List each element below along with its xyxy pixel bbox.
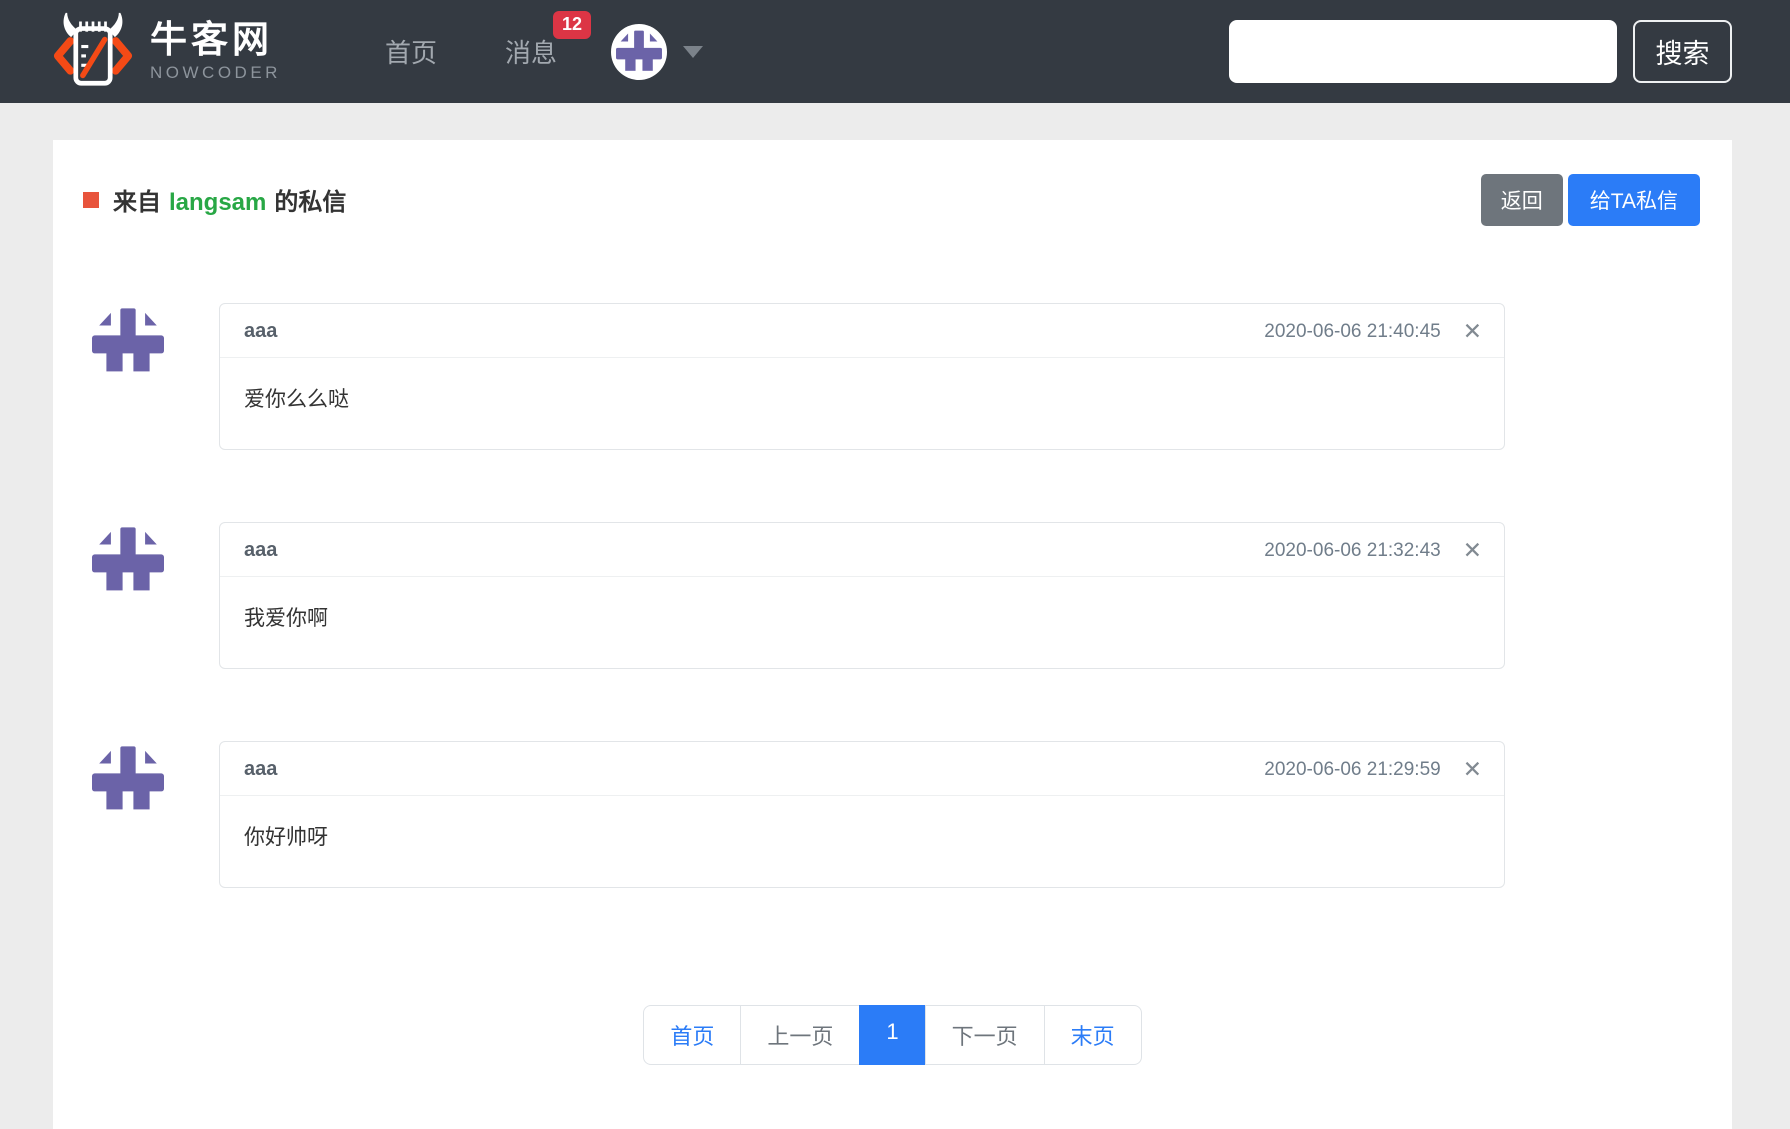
nowcoder-logo[interactable]: 牛客网 NOWCODER bbox=[50, 12, 281, 92]
message-timestamp: 2020-06-06 21:40:45 bbox=[1264, 320, 1441, 342]
message-sender: aaa bbox=[244, 758, 278, 780]
sender-username-link[interactable]: langsam bbox=[169, 189, 266, 216]
message-content: 爱你么么哒 bbox=[244, 388, 349, 411]
pagination-first[interactable]: 首页 bbox=[643, 1005, 742, 1065]
nav-messages-link[interactable]: 消息 12 bbox=[505, 11, 591, 70]
page-title: 来自 langsam 的私信 bbox=[113, 189, 347, 216]
nav-home-link[interactable]: 首页 bbox=[385, 33, 437, 70]
back-button[interactable]: 返回 bbox=[1480, 173, 1563, 226]
pagination-last[interactable]: 末页 bbox=[1043, 1005, 1142, 1065]
close-icon[interactable]: ✕ bbox=[1463, 758, 1482, 781]
message-row: aaa 2020-06-06 21:29:59 ✕ 你好帅呀 bbox=[83, 741, 1732, 888]
pagination-prev[interactable]: 上一页 bbox=[740, 1005, 861, 1065]
unread-count-badge: 12 bbox=[552, 11, 591, 39]
message-content: 你好帅呀 bbox=[244, 826, 328, 849]
sender-avatar[interactable] bbox=[83, 739, 173, 824]
message-row: aaa 2020-06-06 21:40:45 ✕ 爱你么么哒 bbox=[83, 303, 1732, 450]
search-button[interactable]: 搜索 bbox=[1633, 20, 1732, 83]
nowcoder-bull-notepad-icon bbox=[53, 12, 133, 86]
message-card: aaa 2020-06-06 21:29:59 ✕ 你好帅呀 bbox=[219, 741, 1505, 888]
brand-subtitle: NOWCODER bbox=[150, 62, 281, 82]
pagination-next[interactable]: 下一页 bbox=[924, 1005, 1045, 1065]
message-timestamp: 2020-06-06 21:29:59 bbox=[1264, 758, 1441, 780]
message-sender: aaa bbox=[244, 320, 278, 342]
send-private-message-button[interactable]: 给TA私信 bbox=[1567, 173, 1700, 226]
brand-name: 牛客网 bbox=[150, 19, 273, 61]
close-icon[interactable]: ✕ bbox=[1463, 539, 1482, 562]
private-message-panel: 来自 langsam 的私信 返回 给TA私信 aaa 2020-06-06 21:… bbox=[53, 140, 1732, 1129]
sender-avatar[interactable] bbox=[83, 520, 173, 605]
sender-avatar[interactable] bbox=[83, 301, 173, 386]
close-icon[interactable]: ✕ bbox=[1463, 320, 1482, 343]
message-content: 我爱你啊 bbox=[244, 607, 328, 630]
panel-header: 来自 langsam 的私信 返回 给TA私信 bbox=[53, 140, 1732, 226]
user-avatar[interactable] bbox=[610, 23, 667, 80]
main-nav: 首页 消息 12 bbox=[385, 11, 591, 70]
title-marker-square-icon bbox=[83, 191, 99, 208]
top-navbar: 牛客网 NOWCODER 首页 消息 12 搜索 bbox=[0, 0, 1790, 103]
message-timestamp: 2020-06-06 21:32:43 bbox=[1264, 539, 1441, 561]
message-row: aaa 2020-06-06 21:32:43 ✕ 我爱你啊 bbox=[83, 522, 1732, 669]
pagination: 首页 上一页 1 下一页 末页 bbox=[53, 1005, 1732, 1065]
message-card: aaa 2020-06-06 21:40:45 ✕ 爱你么么哒 bbox=[219, 303, 1505, 450]
message-list: aaa 2020-06-06 21:40:45 ✕ 爱你么么哒 aaa 2020… bbox=[53, 303, 1732, 888]
chevron-down-icon[interactable] bbox=[682, 45, 703, 58]
message-card: aaa 2020-06-06 21:32:43 ✕ 我爱你啊 bbox=[219, 522, 1505, 669]
message-sender: aaa bbox=[244, 539, 278, 561]
search-input[interactable] bbox=[1229, 20, 1617, 83]
pagination-page-1[interactable]: 1 bbox=[859, 1005, 926, 1065]
